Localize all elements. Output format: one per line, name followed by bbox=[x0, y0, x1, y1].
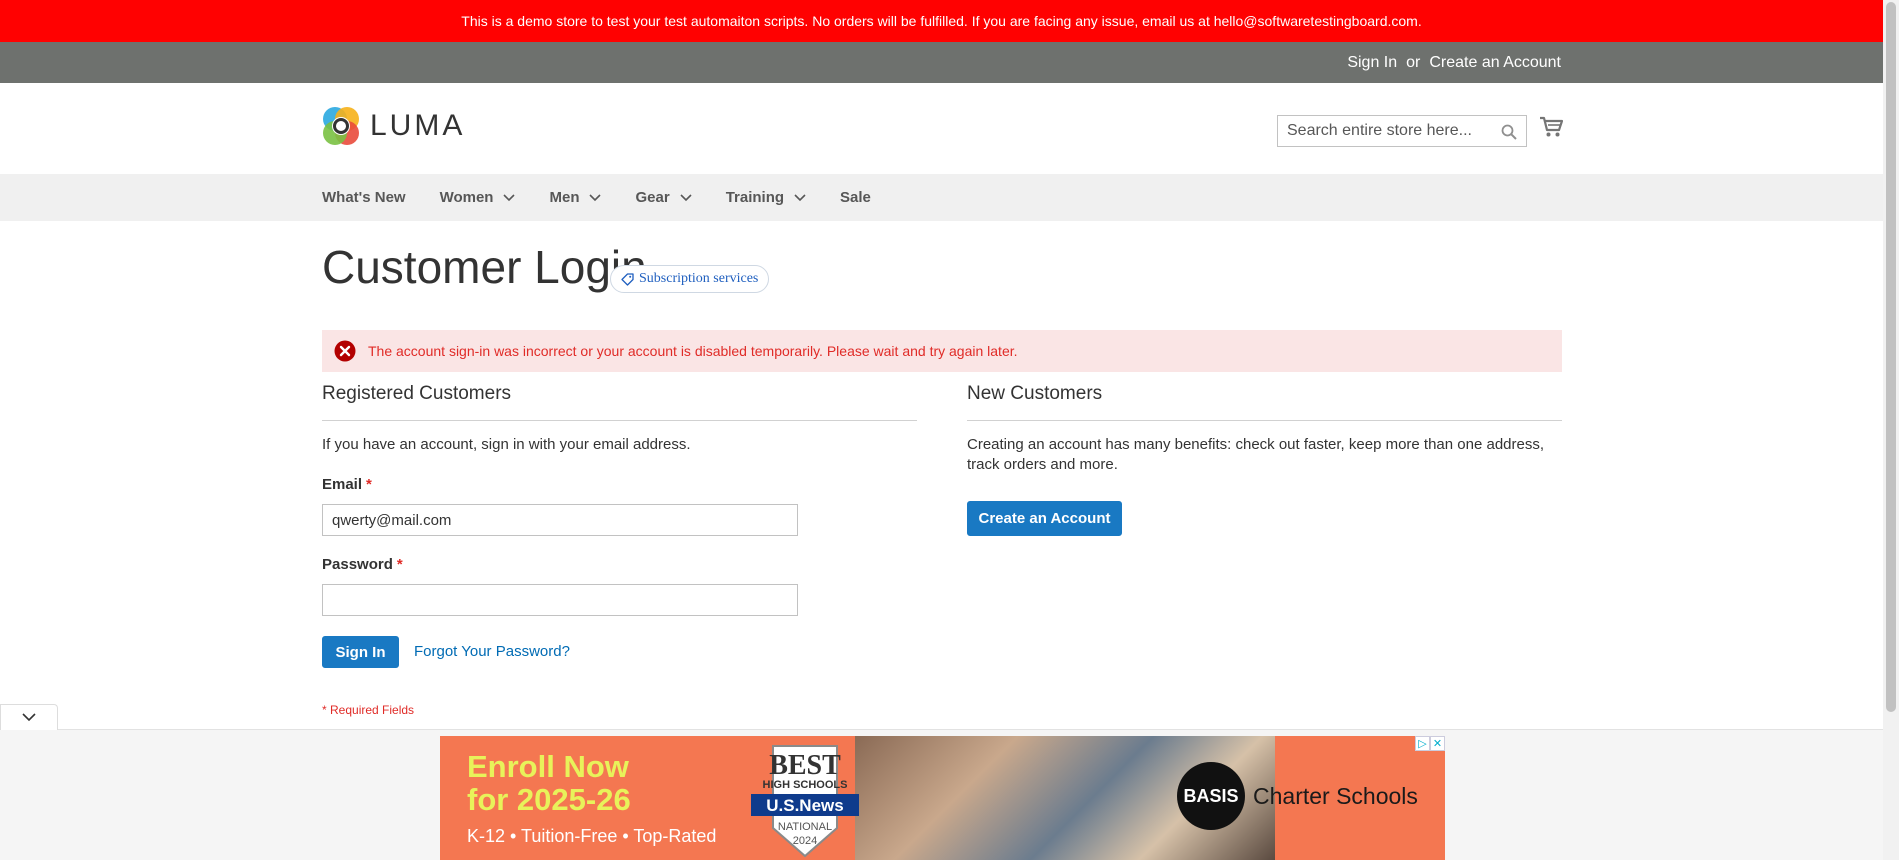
subscription-services-badge[interactable]: Subscription services bbox=[610, 265, 770, 293]
nav-item-label: Sale bbox=[840, 189, 871, 206]
ad-subline: K-12 • Tuition-Free • Top-Rated bbox=[467, 826, 717, 846]
logo-text: LUMA bbox=[370, 109, 466, 142]
email-field[interactable] bbox=[322, 504, 798, 536]
close-icon[interactable]: ✕ bbox=[1430, 736, 1445, 751]
ad-headline: Enroll Now for 2025-26 bbox=[467, 750, 631, 816]
main-navigation: What's New Women Men Gear Training Sale bbox=[0, 174, 1883, 221]
create-account-link[interactable]: Create an Account bbox=[1429, 54, 1561, 72]
required-asterisk: * bbox=[396, 556, 403, 573]
sign-in-link[interactable]: Sign In bbox=[1347, 54, 1397, 72]
badge-text: 2024 bbox=[793, 835, 817, 847]
advertisement-banner[interactable]: Enroll Now for 2025-26 K-12 • Tuition-Fr… bbox=[440, 736, 1445, 860]
new-customers-title: New Customers bbox=[967, 383, 1103, 404]
or-text: or bbox=[1406, 53, 1421, 71]
error-icon bbox=[334, 340, 356, 362]
tag-icon bbox=[621, 272, 634, 286]
nav-item-whats-new[interactable]: What's New bbox=[322, 189, 406, 206]
badge-text: U.S.News bbox=[766, 796, 843, 815]
chevron-down-icon bbox=[22, 713, 36, 722]
ad-collapse-toggle[interactable] bbox=[0, 704, 58, 730]
site-header: LUMA bbox=[0, 83, 1883, 174]
page-scrollbar[interactable] bbox=[1883, 0, 1899, 860]
badge-text: NATIONAL bbox=[778, 821, 832, 833]
email-label-text: Email bbox=[322, 476, 363, 493]
us-news-badge: BEST HIGH SCHOOLS U.S.News NATIONAL 2024 bbox=[751, 745, 859, 858]
ad-headline-line: Enroll Now bbox=[467, 749, 629, 784]
search-icon[interactable] bbox=[1501, 124, 1517, 140]
nav-item-men[interactable]: Men bbox=[549, 189, 602, 206]
chevron-down-icon bbox=[794, 193, 806, 201]
search-box[interactable] bbox=[1277, 115, 1527, 147]
chevron-down-icon bbox=[503, 193, 516, 201]
nav-item-gear[interactable]: Gear bbox=[635, 189, 692, 206]
basis-logo-text: Charter Schools bbox=[1253, 782, 1418, 809]
chevron-down-icon bbox=[680, 193, 692, 201]
nav-item-label: Gear bbox=[635, 189, 670, 206]
luma-logo-icon bbox=[323, 107, 359, 145]
badge-text: HIGH SCHOOLS bbox=[763, 779, 848, 791]
basis-logo: BASIS Charter Schools bbox=[1177, 762, 1418, 830]
nav-items: What's New Women Men Gear Training Sale bbox=[322, 174, 905, 221]
demo-notice-bar: This is a demo store to test your test a… bbox=[0, 0, 1883, 42]
basis-logo-mark: BASIS bbox=[1177, 762, 1245, 830]
forgot-password-link[interactable]: Forgot Your Password? bbox=[414, 643, 570, 660]
nav-item-label: Men bbox=[549, 189, 580, 206]
ad-controls: ▷ ✕ bbox=[1415, 736, 1445, 751]
ad-headline-line: for 2025-26 bbox=[467, 782, 631, 817]
nav-item-training[interactable]: Training bbox=[726, 189, 806, 206]
nav-item-women[interactable]: Women bbox=[440, 189, 516, 206]
luma-logo[interactable]: LUMA bbox=[322, 105, 465, 147]
nav-item-label: Training bbox=[725, 189, 785, 206]
search-input[interactable] bbox=[1287, 122, 1497, 140]
registered-intro: If you have an account, sign in with you… bbox=[322, 436, 691, 453]
error-message: The account sign-in was incorrect or you… bbox=[322, 330, 1562, 372]
sign-in-button[interactable]: Sign In bbox=[322, 636, 399, 668]
subscription-services-label: Subscription services bbox=[639, 271, 759, 286]
badge-text: BEST bbox=[769, 750, 841, 781]
nav-item-sale[interactable]: Sale bbox=[840, 189, 871, 206]
divider bbox=[967, 420, 1562, 421]
divider bbox=[322, 420, 917, 421]
cart-icon[interactable] bbox=[1539, 116, 1563, 138]
error-message-text: The account sign-in was incorrect or you… bbox=[368, 343, 1018, 359]
registered-customers-title: Registered Customers bbox=[322, 383, 512, 404]
scrollbar-thumb[interactable] bbox=[1886, 2, 1896, 712]
password-field[interactable] bbox=[322, 584, 798, 616]
required-fields-note: * Required Fields bbox=[322, 703, 415, 717]
create-account-button[interactable]: Create an Account bbox=[967, 501, 1122, 536]
ad-choices-icon[interactable]: ▷ bbox=[1415, 736, 1430, 751]
page-title: Customer Login bbox=[322, 241, 647, 293]
nav-item-label: What's New bbox=[322, 189, 406, 206]
demo-notice-text: This is a demo store to test your test a… bbox=[461, 13, 1422, 29]
password-label: Password * bbox=[322, 556, 403, 573]
header-links: Sign In or Create an Account bbox=[1347, 42, 1561, 83]
panel-header: Sign In or Create an Account bbox=[0, 42, 1883, 83]
nav-item-label: Women bbox=[439, 189, 494, 206]
new-customers-intro: Creating an account has many benefits: c… bbox=[967, 436, 1545, 473]
email-label: Email * bbox=[322, 476, 372, 493]
chevron-down-icon bbox=[589, 193, 602, 201]
required-asterisk: * bbox=[366, 476, 372, 493]
password-label-text: Password bbox=[322, 556, 393, 573]
